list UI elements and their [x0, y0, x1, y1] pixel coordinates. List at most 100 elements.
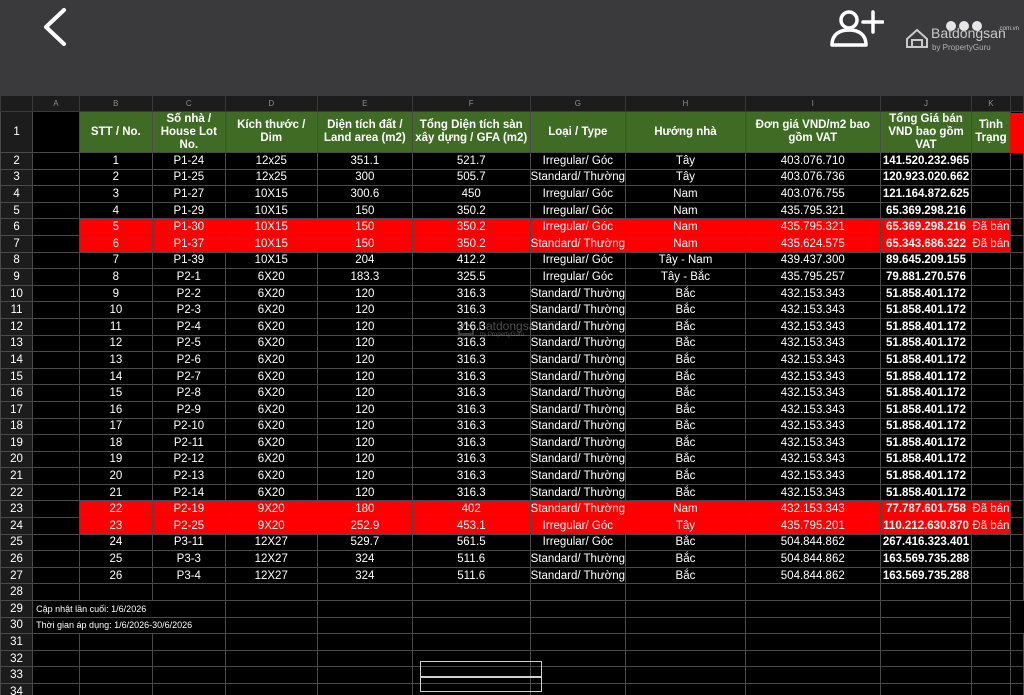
column-header-F[interactable]: F [411, 95, 531, 112]
cell-lot[interactable]: P1-37 [152, 234, 226, 253]
cell[interactable] [1009, 434, 1024, 452]
cell-total-price[interactable]: 120.923.020.662 [879, 168, 973, 187]
cell-dim[interactable]: 6X20 [224, 400, 318, 419]
cell[interactable] [1009, 517, 1024, 535]
cell-type[interactable]: Standard/ Thường [529, 367, 626, 386]
cell[interactable] [1009, 483, 1024, 502]
row-number[interactable]: 34 [0, 683, 34, 695]
cell[interactable] [744, 600, 881, 618]
cell-unit-price[interactable]: 435.795.201 [744, 517, 881, 535]
cell-direction[interactable]: Bắc [624, 301, 746, 319]
cell-type[interactable]: Standard/ Thường [529, 284, 626, 303]
cell-unit-price[interactable]: 432.153.343 [744, 450, 881, 469]
cell[interactable] [1009, 467, 1024, 485]
note-cell[interactable]: Cập nhật lần cuối: 1/6/2026 [32, 600, 226, 618]
table-row[interactable]: 8 7 P1-39 10X15 204 412.2 Irregular/ Góc Tây - … [0, 251, 1024, 270]
cell-type[interactable]: Irregular/ Góc [529, 533, 626, 552]
cell[interactable] [32, 111, 80, 153]
cell[interactable] [316, 633, 413, 651]
cell-type[interactable]: Irregular/ Góc [529, 251, 626, 270]
cell-land[interactable]: 252.9 [316, 517, 413, 535]
cell-land[interactable]: 150 [316, 201, 413, 220]
cell[interactable] [971, 683, 1011, 695]
cell[interactable] [32, 317, 80, 336]
cell-total-price[interactable]: 89.645.209.155 [879, 251, 973, 270]
column-header-I[interactable]: I [744, 95, 881, 112]
cell-direction[interactable]: Bắc [624, 417, 746, 436]
cell-lot[interactable]: P1-27 [152, 185, 226, 203]
cell[interactable] [32, 434, 80, 452]
selected-cell[interactable] [420, 677, 542, 692]
cell-total-price[interactable]: 51.858.401.172 [879, 467, 973, 485]
table-row[interactable]: 29 Cập nhật lần cuối: 1/6/2026 [0, 600, 1024, 618]
cell[interactable] [32, 649, 80, 668]
cell[interactable] [224, 633, 318, 651]
cell-lot[interactable]: P2-3 [152, 301, 226, 319]
cell-stt[interactable]: 16 [78, 400, 154, 419]
cell-total-price[interactable]: 65.369.298.216 [879, 201, 973, 220]
cell[interactable] [411, 633, 531, 651]
cell-dim[interactable]: 9X20 [224, 500, 318, 519]
cell-gfa[interactable]: 350.2 [411, 218, 531, 236]
cell[interactable] [1009, 400, 1024, 419]
cell-stt[interactable]: 13 [78, 351, 154, 369]
cell-dim[interactable]: 12X27 [224, 550, 318, 568]
cell-direction[interactable]: Bắc [624, 483, 746, 502]
cell-type[interactable]: Standard/ Thường [529, 434, 626, 452]
column-header-B[interactable]: B [78, 95, 154, 112]
table-row[interactable]: 3 2 P1-25 12x25 300 505.7 Standard/ Thường Tây 4… [0, 168, 1024, 187]
header-cell-total_price[interactable]: Tổng Giá bán VND bao gồm VAT [879, 111, 973, 153]
cell[interactable] [971, 600, 1011, 618]
cell-total-price[interactable]: 51.858.401.172 [879, 301, 973, 319]
cell-direction[interactable]: Bắc [624, 334, 746, 353]
cell-stt[interactable]: 3 [78, 185, 154, 203]
cell-total-price[interactable]: 51.858.401.172 [879, 284, 973, 303]
cell[interactable] [1009, 533, 1024, 552]
cell-dim[interactable]: 9X20 [224, 517, 318, 535]
cell-status[interactable] [971, 152, 1011, 170]
cell[interactable] [78, 633, 154, 651]
cell-total-price[interactable]: 163.569.735.288 [879, 566, 973, 585]
column-header-K[interactable]: K [971, 95, 1011, 112]
cell[interactable] [32, 234, 80, 253]
cell[interactable] [32, 400, 80, 419]
cell-direction[interactable]: Tây [624, 152, 746, 170]
cell[interactable] [1009, 384, 1024, 402]
cell-stt[interactable]: 26 [78, 566, 154, 585]
cell[interactable] [879, 649, 973, 668]
cell[interactable] [1009, 201, 1024, 220]
cell-stt[interactable]: 1 [78, 152, 154, 170]
cell[interactable] [32, 168, 80, 187]
cell[interactable] [316, 583, 413, 602]
cell[interactable] [879, 616, 973, 635]
cell[interactable] [1009, 666, 1024, 684]
cell-dim[interactable]: 6X20 [224, 434, 318, 452]
sheet-grid[interactable]: A B C D E F G H I J K 1 STT / No. Số nhà / House Lot … [0, 95, 1024, 695]
cell-status[interactable] [971, 550, 1011, 568]
row-number[interactable]: 15 [0, 367, 34, 386]
cell-status[interactable] [971, 334, 1011, 353]
cell[interactable] [32, 334, 80, 353]
column-header-J[interactable]: J [879, 95, 973, 112]
cell[interactable] [224, 616, 318, 635]
cell[interactable] [529, 666, 626, 684]
cell-gfa[interactable]: 505.7 [411, 168, 531, 187]
cell-total-price[interactable]: 51.858.401.172 [879, 367, 973, 386]
cell-stt[interactable]: 14 [78, 367, 154, 386]
cell[interactable] [32, 268, 80, 286]
cell-unit-price[interactable]: 432.153.343 [744, 400, 881, 419]
cell[interactable] [529, 616, 626, 635]
cell-status[interactable] [971, 317, 1011, 336]
column-header-H[interactable]: H [624, 95, 746, 112]
cell-dim[interactable]: 10X15 [224, 251, 318, 270]
cell-total-price[interactable]: 267.416.323.401 [879, 533, 973, 552]
cell-lot[interactable]: P2-11 [152, 434, 226, 452]
cell-type[interactable]: Standard/ Thường [529, 550, 626, 568]
cell[interactable] [152, 666, 226, 684]
cell-direction[interactable]: Bắc [624, 566, 746, 585]
cell-lot[interactable]: P3-11 [152, 533, 226, 552]
cell-stt[interactable]: 9 [78, 284, 154, 303]
cell-type[interactable]: Irregular/ Góc [529, 517, 626, 535]
cell-gfa[interactable]: 316.3 [411, 351, 531, 369]
row-number[interactable]: 9 [0, 268, 34, 286]
